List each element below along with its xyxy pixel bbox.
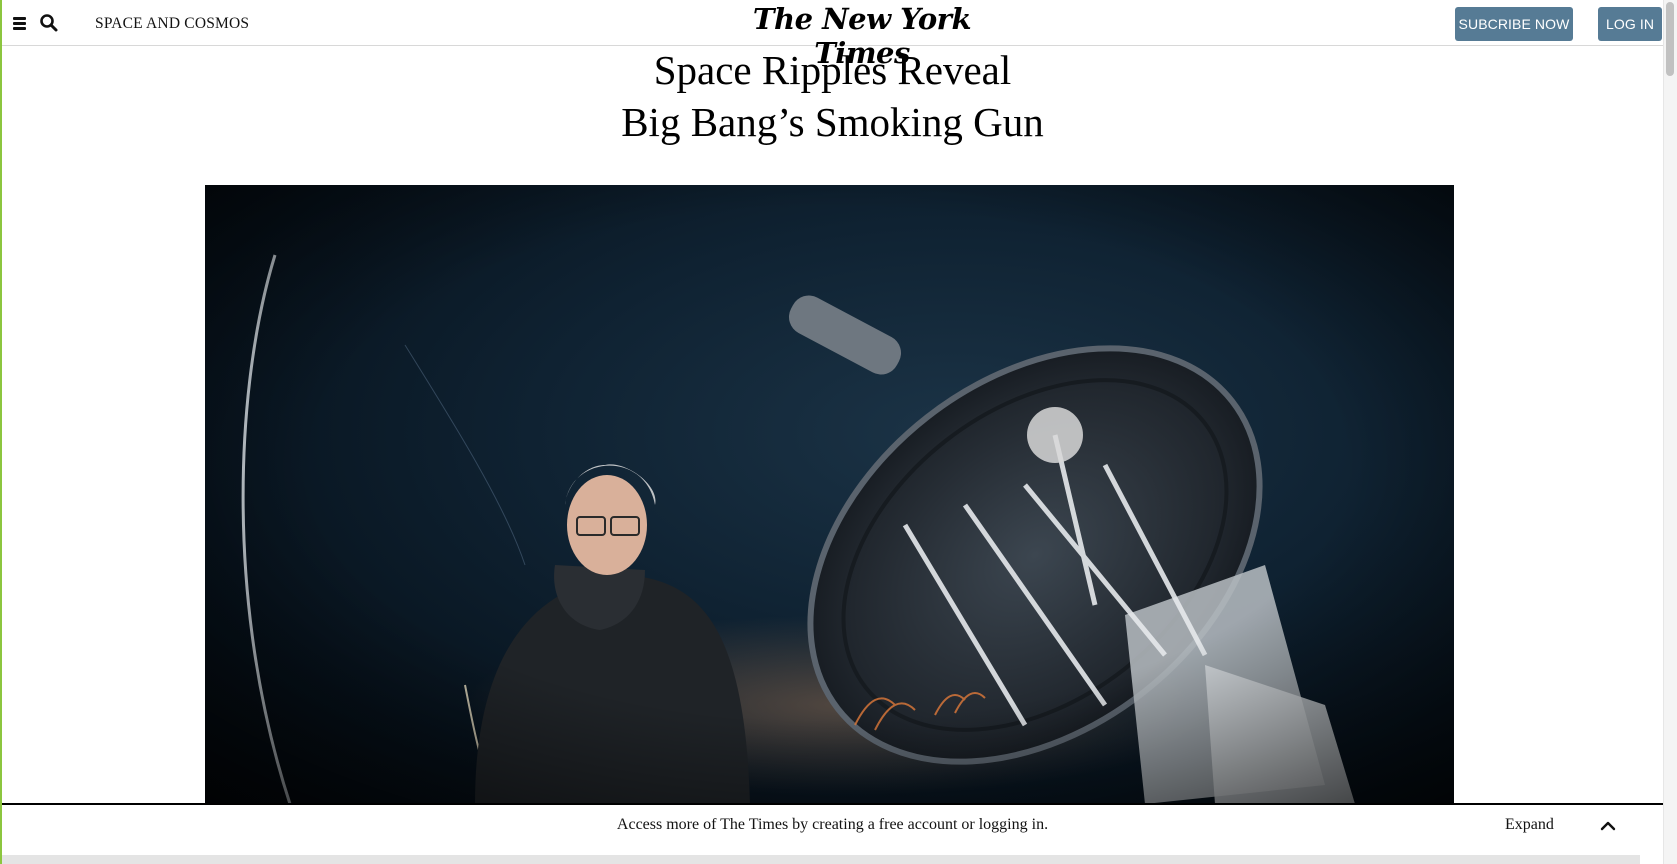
access-prompt-bar: Access more of The Times by creating a f… bbox=[2, 803, 1663, 855]
hamburger-menu-icon[interactable] bbox=[10, 12, 32, 34]
login-button[interactable]: LOG IN bbox=[1598, 7, 1662, 41]
access-message[interactable]: Access more of The Times by creating a f… bbox=[2, 816, 1663, 834]
top-navigation-bar: SPACE AND COSMOS The New York Times SUBC… bbox=[2, 0, 1663, 70]
horizontal-scrollbar[interactable] bbox=[2, 855, 1640, 864]
vertical-scrollbar[interactable] bbox=[1663, 0, 1677, 864]
subscribe-button[interactable]: SUBCRIBE NOW bbox=[1455, 7, 1573, 41]
expand-link[interactable]: Expand bbox=[1505, 816, 1554, 834]
section-name-link[interactable]: SPACE AND COSMOS bbox=[95, 15, 249, 33]
headline-line-1: Space Ripples Reveal bbox=[653, 47, 1012, 93]
chevron-up-icon[interactable] bbox=[1599, 819, 1617, 831]
headline-line-2: Big Bang’s Smoking Gun bbox=[621, 99, 1044, 145]
scrollbar-thumb[interactable] bbox=[1666, 2, 1674, 76]
lead-photo-illustration bbox=[205, 185, 1454, 804]
search-icon[interactable] bbox=[38, 12, 60, 34]
article-headline: Space Ripples Reveal Big Bang’s Smoking … bbox=[2, 44, 1663, 148]
lead-photo bbox=[205, 185, 1454, 804]
